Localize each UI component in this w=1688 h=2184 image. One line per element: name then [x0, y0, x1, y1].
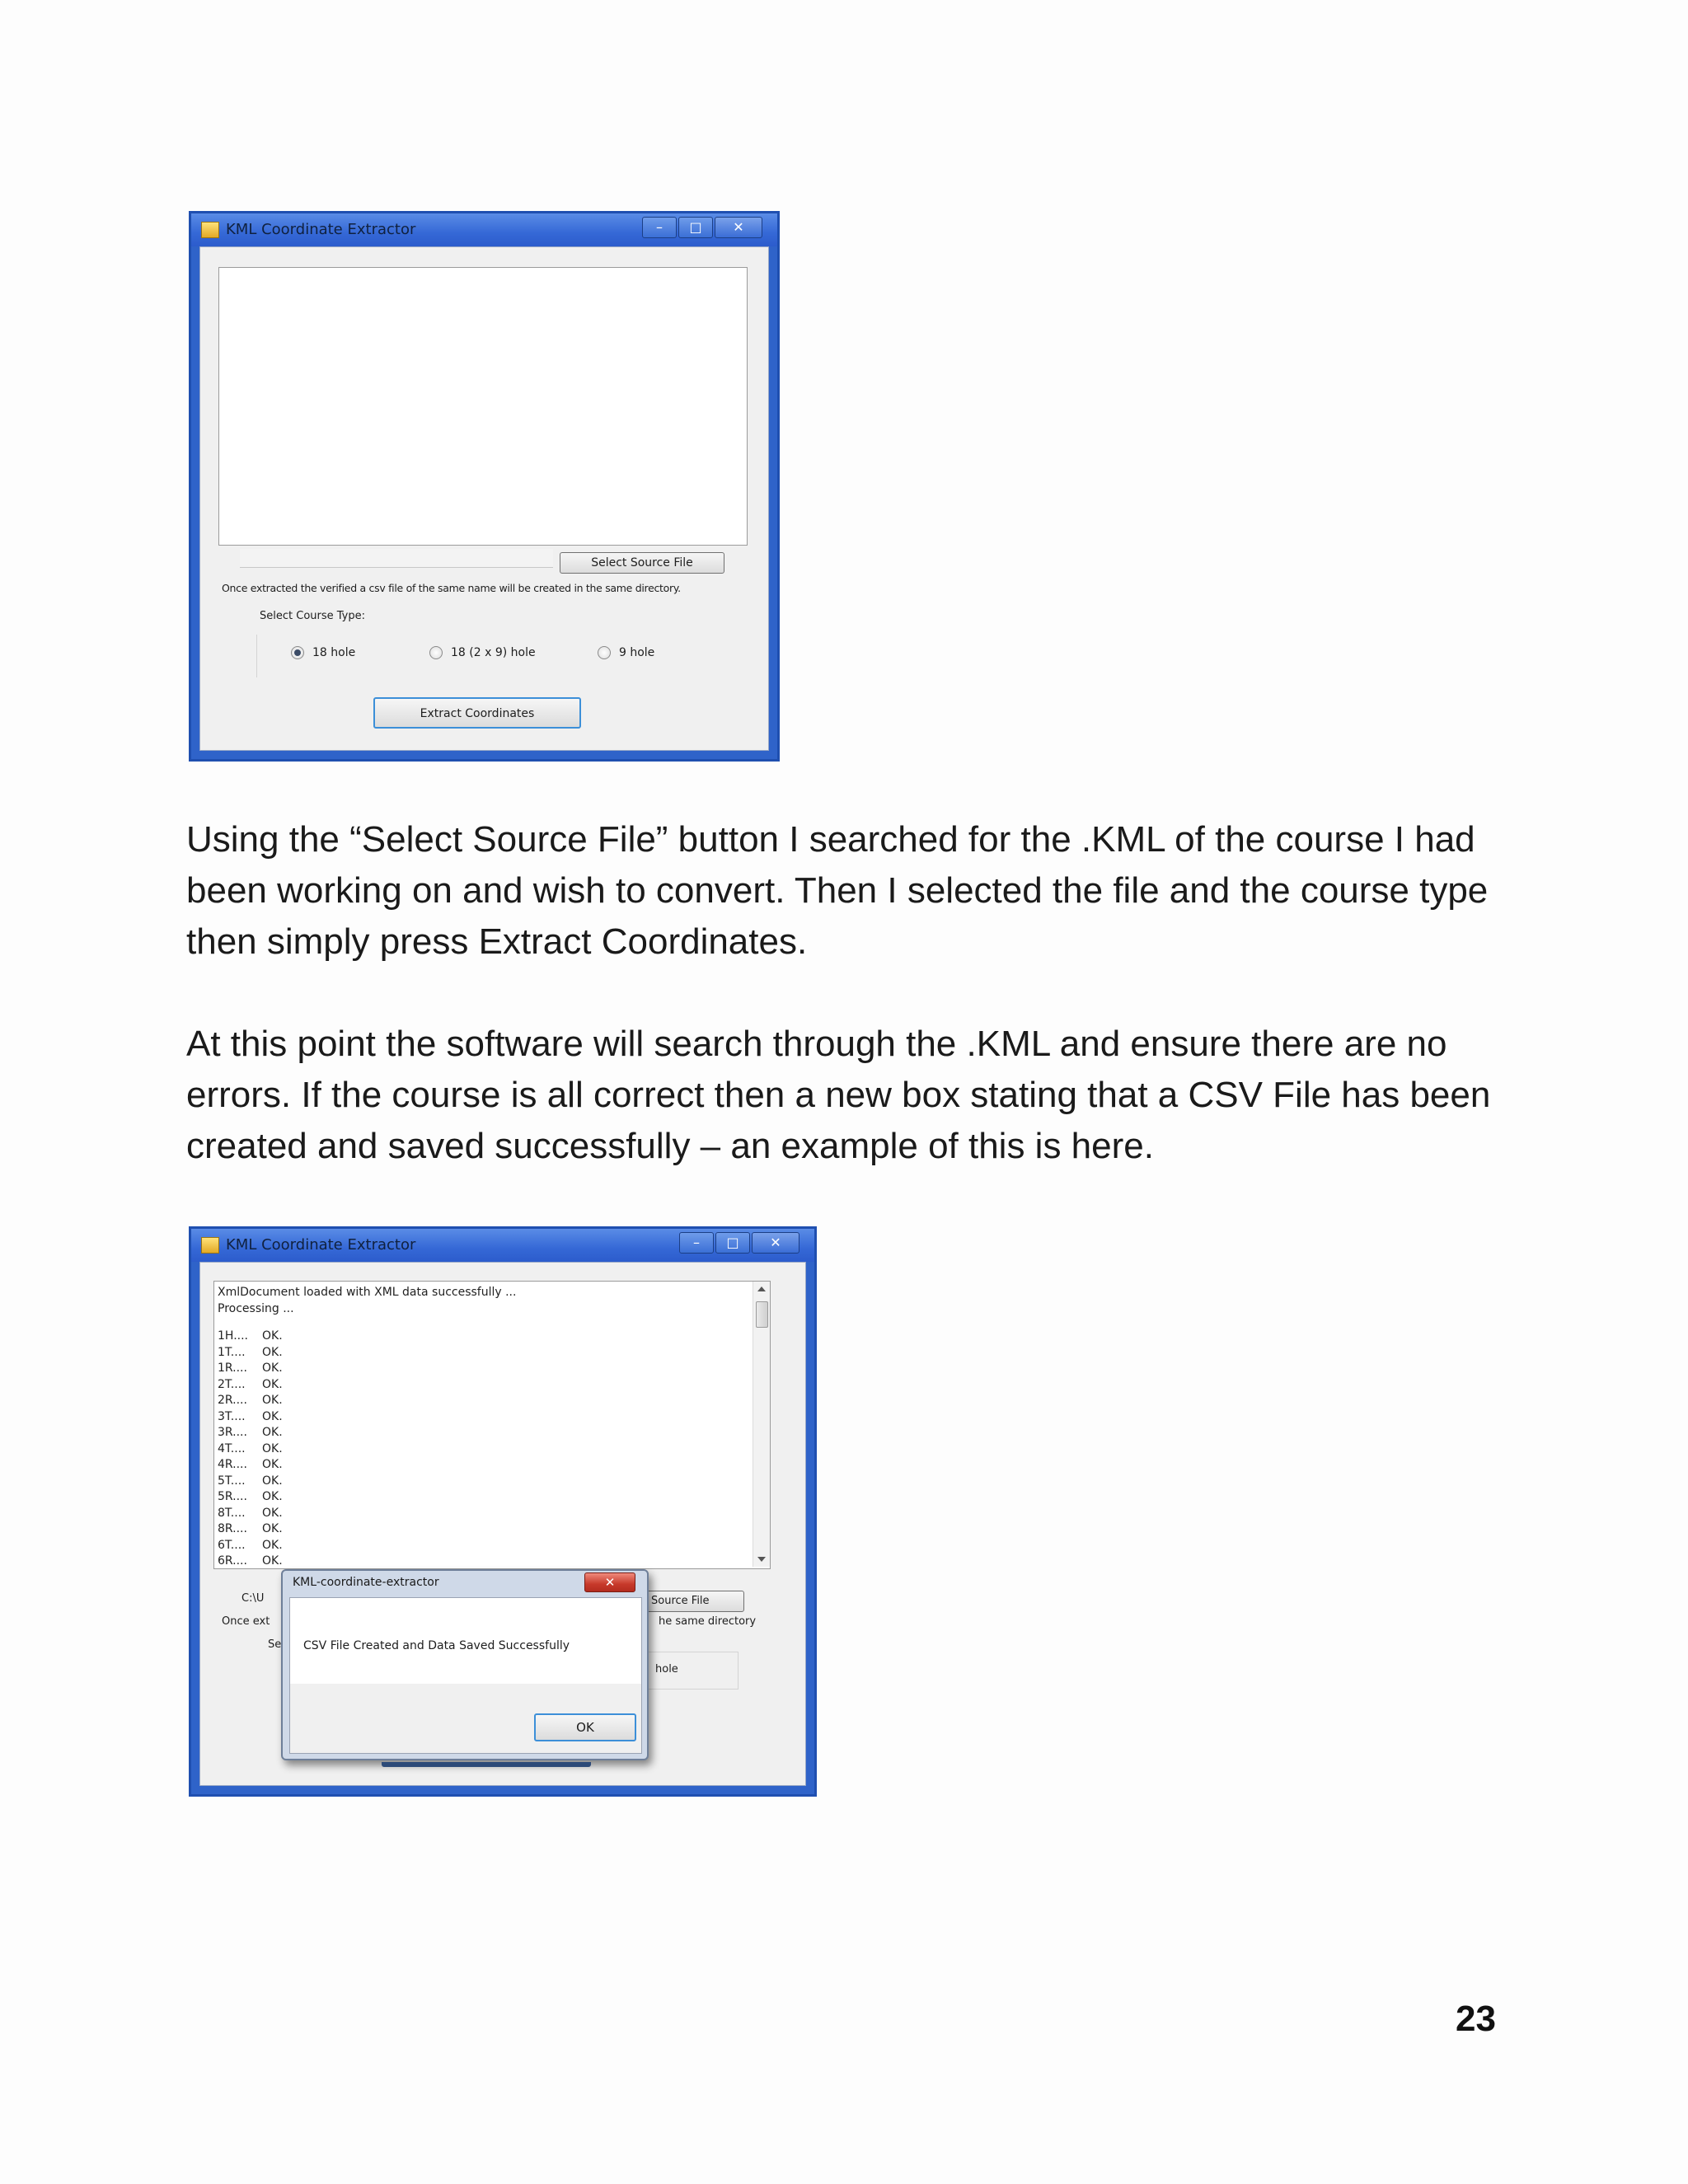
log-row: 1H.... OK.: [218, 1329, 283, 1343]
output-textbox[interactable]: [218, 267, 748, 546]
radio-icon: [598, 646, 611, 659]
dialog-close-button[interactable]: ✕: [584, 1572, 635, 1592]
window-title: KML Coordinate Extractor: [226, 1236, 416, 1254]
log-row: 1R.... OK.: [218, 1361, 283, 1375]
log-row: 4T.... OK.: [218, 1441, 283, 1455]
info-text: Once extracted the verified a csv file o…: [222, 582, 681, 594]
course-type-label: Select Course Type:: [260, 610, 365, 622]
dialog-message: CSV File Created and Data Saved Successf…: [303, 1639, 570, 1652]
dialog-title: KML-coordinate-extractor: [293, 1576, 439, 1589]
scroll-thumb[interactable]: [756, 1301, 768, 1328]
paragraph: Using the “Select Source File” button I …: [186, 819, 1489, 962]
log-row: 8R.... OK.: [218, 1522, 283, 1535]
radio-18-2x9-hole[interactable]: 18 (2 x 9) hole: [429, 646, 536, 659]
ok-button[interactable]: OK: [534, 1713, 636, 1741]
close-icon[interactable]: ✕: [752, 1232, 799, 1254]
app-window-initial: KML Coordinate Extractor – □ ✕ Select So…: [189, 211, 780, 762]
scroll-down-icon[interactable]: [757, 1557, 766, 1562]
message-dialog: KML-coordinate-extractor ✕ CSV File Crea…: [281, 1569, 649, 1760]
close-icon: ✕: [604, 1575, 616, 1590]
page-number: 23: [1456, 1999, 1496, 2039]
course-type-label: Se: [268, 1638, 282, 1651]
title-bar: KML Coordinate Extractor – □ ✕: [191, 1229, 814, 1262]
log-row: 6R.... OK.: [218, 1554, 283, 1568]
source-path-input[interactable]: C:\U: [241, 1592, 264, 1605]
log-row: 3R.... OK.: [218, 1426, 283, 1439]
log-textbox[interactable]: XmlDocument loaded with XML data success…: [213, 1281, 771, 1569]
maximize-icon[interactable]: □: [715, 1232, 750, 1254]
body-text: Using the “Select Source File” button I …: [186, 814, 1522, 1172]
maximize-icon[interactable]: □: [678, 217, 713, 238]
log-line: Processing ...: [218, 1301, 294, 1315]
app-window-complete: KML Coordinate Extractor – □ ✕ XmlDocume…: [189, 1226, 817, 1797]
source-path-input[interactable]: [240, 549, 553, 568]
radio-18-hole[interactable]: 18 hole: [291, 646, 355, 659]
log-row: 4R.... OK.: [218, 1458, 283, 1471]
log-row: 8T.... OK.: [218, 1506, 283, 1520]
window-client: Select Source File Once extracted the ve…: [199, 246, 769, 751]
info-text: he same directory: [659, 1615, 757, 1628]
log-row: 5T.... OK.: [218, 1474, 283, 1488]
log-row: 6T.... OK.: [218, 1538, 283, 1552]
app-icon: [201, 1237, 219, 1254]
window-title: KML Coordinate Extractor: [226, 221, 416, 238]
select-source-file-button[interactable]: Select Source File: [560, 552, 724, 574]
log-row: 5R.... OK.: [218, 1490, 283, 1503]
log-row: 2R.... OK.: [218, 1394, 283, 1407]
scroll-up-icon[interactable]: [757, 1286, 766, 1291]
paragraph: At this point the software will search t…: [186, 1024, 1491, 1166]
app-icon: [201, 222, 219, 238]
log-row: 1T.... OK.: [218, 1345, 283, 1359]
vertical-scrollbar[interactable]: [753, 1282, 770, 1567]
log-row: 3T.... OK.: [218, 1409, 283, 1423]
title-bar: KML Coordinate Extractor – □ ✕: [191, 213, 777, 246]
dialog-body: CSV File Created and Data Saved Successf…: [289, 1597, 642, 1754]
close-icon[interactable]: ✕: [715, 217, 762, 238]
radio-9-hole[interactable]: hole: [655, 1663, 678, 1675]
log-row: 2T.... OK.: [218, 1377, 283, 1391]
extract-coordinates-button[interactable]: Extract Coordinates: [373, 697, 581, 729]
radio-9-hole[interactable]: 9 hole: [598, 646, 654, 659]
radio-selected-icon: [291, 646, 304, 659]
radio-icon: [429, 646, 443, 659]
window-client: XmlDocument loaded with XML data success…: [199, 1262, 806, 1786]
minimize-icon[interactable]: –: [679, 1232, 714, 1254]
minimize-icon[interactable]: –: [642, 217, 677, 238]
info-text: Once ext: [222, 1615, 270, 1628]
extract-coordinates-button[interactable]: [382, 1762, 591, 1767]
log-line: XmlDocument loaded with XML data success…: [218, 1286, 517, 1299]
